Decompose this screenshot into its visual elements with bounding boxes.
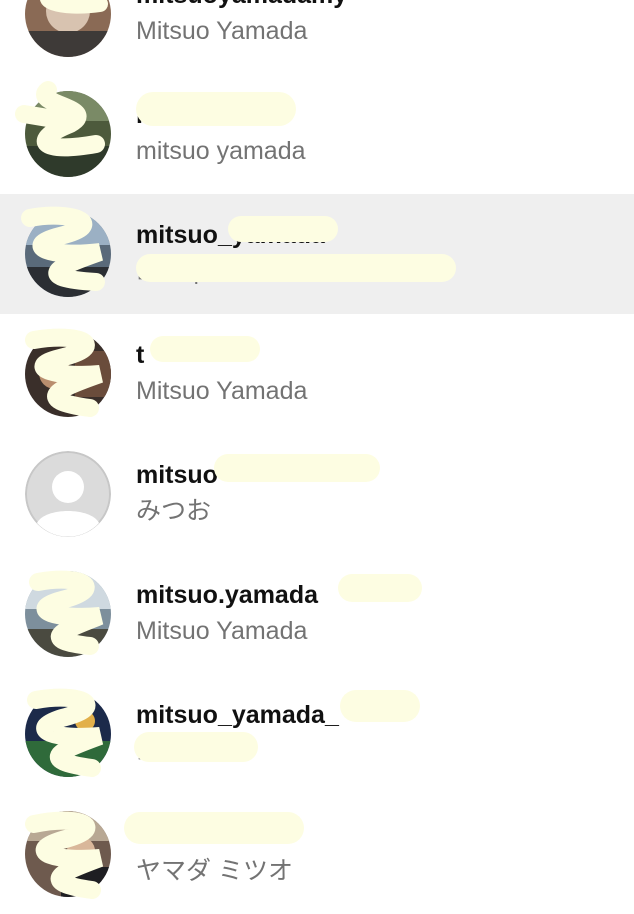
profile-photo-icon [25,91,111,177]
profile-photo-icon [25,811,111,897]
result-fullname: ヤマダ ミツオ [136,857,293,885]
result-row[interactable]: mitsuo みつお [0,434,634,554]
profile-photo-icon [25,691,111,777]
result-texts: mitsuo みつお [136,458,616,528]
result-row[interactable]: t Mitsuo Yamada [0,314,634,434]
result-username: mitsuo_yamada [136,221,325,249]
result-fullname: みつお [136,497,212,525]
result-username: t [136,341,145,369]
result-fullname: 山口 光夫 [136,737,243,765]
result-fullname: 山口 | Mitsuo Yamada [136,257,378,285]
profile-photo-icon [25,211,111,297]
result-username: mit [136,101,174,129]
result-username: mitsuo.yamada [136,581,319,609]
result-fullname: mitsuo yamada [136,137,306,165]
result-row[interactable]: mitsuo.yamada Mitsuo Yamada [0,554,634,674]
profile-photo-icon [25,331,111,417]
result-texts: mitsuo_yamada_ 山口 光夫 [136,698,616,768]
result-texts: mitsuoyamadamy Mitsuo Yamada [136,0,616,48]
result-row[interactable]: mit mitsuo yamada [0,74,634,194]
result-texts: mitsuo.yamada Mitsuo Yamada [136,578,616,648]
result-texts: mit ヤマダ ミツオ [136,818,616,888]
result-username: mitsuo_yamada_ [136,701,339,729]
result-fullname: Mitsuo Yamada [136,617,308,645]
profile-photo-icon [25,0,111,57]
result-username: mitsuoyamadamy [136,0,616,12]
search-results-list: mitsuoyamadamy Mitsuo Yamada mit mitsuo … [0,0,634,914]
result-texts: t Mitsuo Yamada [136,338,616,408]
result-username: mit [136,821,174,849]
result-texts: mit mitsuo yamada [136,98,616,168]
result-texts: mitsuo_yamada 山口 | Mitsuo Yamada [136,218,616,288]
result-row[interactable]: mitsuoyamadamy Mitsuo Yamada [0,0,634,74]
result-username: mitsuo [136,461,218,489]
profile-photo-icon [25,571,111,657]
result-row-highlighted[interactable]: mitsuo_yamada 山口 | Mitsuo Yamada [0,194,634,314]
result-row[interactable]: mitsuo_yamada_ 山口 光夫 [0,674,634,794]
default-avatar-icon [25,451,111,537]
result-fullname: Mitsuo Yamada [136,377,308,405]
result-row[interactable]: mit ヤマダ ミツオ [0,794,634,914]
result-fullname: Mitsuo Yamada [136,17,308,45]
